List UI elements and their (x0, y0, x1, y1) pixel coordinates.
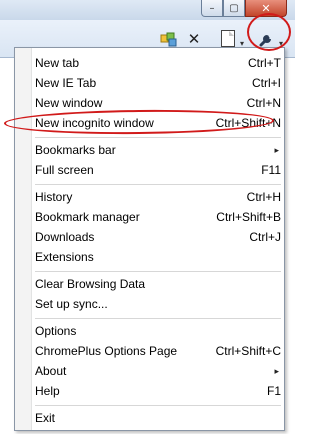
extension-icon-graphic (160, 32, 177, 47)
menu-item-options[interactable]: Options (33, 321, 283, 341)
menu-item-label: Full screen (35, 163, 94, 177)
menu-item-label: Clear Browsing Data (35, 277, 146, 291)
menu-item-label: Help (35, 384, 60, 398)
menu-separator (35, 405, 281, 406)
menu-item-shortcut: F1 (266, 384, 281, 398)
menu-separator (35, 318, 281, 319)
menu-item-label: Exit (35, 411, 56, 425)
menu-item-shortcut: Ctrl+J (249, 230, 281, 244)
menu-separator (35, 184, 281, 185)
menu-item-label: History (35, 190, 73, 204)
menu-item-label: ChromePlus Options Page (35, 344, 178, 358)
menu-item-label: New IE Tab (35, 76, 97, 90)
submenu-arrow-icon: ▸ (274, 144, 279, 155)
menu-item-bookmarks-bar[interactable]: Bookmarks bar ▸ (33, 140, 283, 160)
maximize-button[interactable]: ▢ (223, 0, 245, 17)
wrench-menu-button[interactable] (257, 30, 277, 48)
menu-item-shortcut: Ctrl+Shift+N (215, 116, 281, 130)
menu-item-label: New tab (35, 56, 80, 70)
menu-item-shortcut: Ctrl+H (246, 190, 281, 204)
menu-item-label: Bookmark manager (35, 210, 140, 224)
menu-item-new-incognito-window[interactable]: New incognito window Ctrl+Shift+N (33, 113, 283, 133)
menu-item-label: Options (35, 324, 77, 338)
menu-item-history[interactable]: History Ctrl+H (33, 187, 283, 207)
menu-item-chromeplus-options-page[interactable]: ChromePlus Options Page Ctrl+Shift+C (33, 341, 283, 361)
wrench-icon (259, 35, 271, 47)
stop-icon[interactable]: ✕ (186, 30, 202, 48)
menu-item-label: New incognito window (35, 116, 154, 130)
menu-item-shortcut: Ctrl+I (251, 76, 281, 90)
menu-item-exit[interactable]: Exit (33, 408, 283, 428)
menu-item-downloads[interactable]: Downloads Ctrl+J (33, 227, 283, 247)
title-bar: – ▢ ✕ (0, 0, 295, 20)
wrench-dropdown-menu: New tab Ctrl+T New IE Tab Ctrl+I New win… (14, 47, 285, 431)
menu-item-shortcut: Ctrl+T (248, 56, 281, 70)
menu-item-about[interactable]: About ▸ (33, 361, 283, 381)
menu-item-shortcut: Ctrl+N (246, 96, 281, 110)
menu-item-shortcut: Ctrl+Shift+B (216, 210, 281, 224)
menu-item-set-up-sync[interactable]: Set up sync... (33, 294, 283, 314)
menu-item-bookmark-manager[interactable]: Bookmark manager Ctrl+Shift+B (33, 207, 283, 227)
menu-item-label: Set up sync... (35, 297, 108, 311)
menu-item-new-ie-tab[interactable]: New IE Tab Ctrl+I (33, 73, 283, 93)
page-icon (229, 31, 234, 36)
menu-item-shortcut: Ctrl+Shift+C (215, 344, 281, 358)
menu-separator (35, 271, 281, 272)
menu-item-clear-browsing-data[interactable]: Clear Browsing Data (33, 274, 283, 294)
menu-item-full-screen[interactable]: Full screen F11 (33, 160, 283, 180)
menu-item-new-tab[interactable]: New tab Ctrl+T (33, 53, 283, 73)
submenu-arrow-icon: ▸ (274, 365, 279, 376)
menu-item-label: Bookmarks bar (35, 143, 116, 157)
menu-item-help[interactable]: Help F1 (33, 381, 283, 401)
menu-item-extensions[interactable]: Extensions (33, 247, 283, 267)
menu-icon-gutter (15, 48, 32, 430)
menu-item-label: Extensions (35, 250, 94, 264)
menu-item-label: Downloads (35, 230, 95, 244)
minimize-button[interactable]: – (201, 0, 223, 17)
extension-icon[interactable] (160, 30, 178, 48)
close-window-button[interactable]: ✕ (245, 0, 287, 17)
menu-separator (35, 137, 281, 138)
menu-item-shortcut: F11 (261, 163, 281, 177)
menu-item-label: About (35, 364, 67, 378)
menu-item-label: New window (35, 96, 103, 110)
menu-item-new-window[interactable]: New window Ctrl+N (33, 93, 283, 113)
page-menu-icon[interactable] (221, 30, 235, 47)
